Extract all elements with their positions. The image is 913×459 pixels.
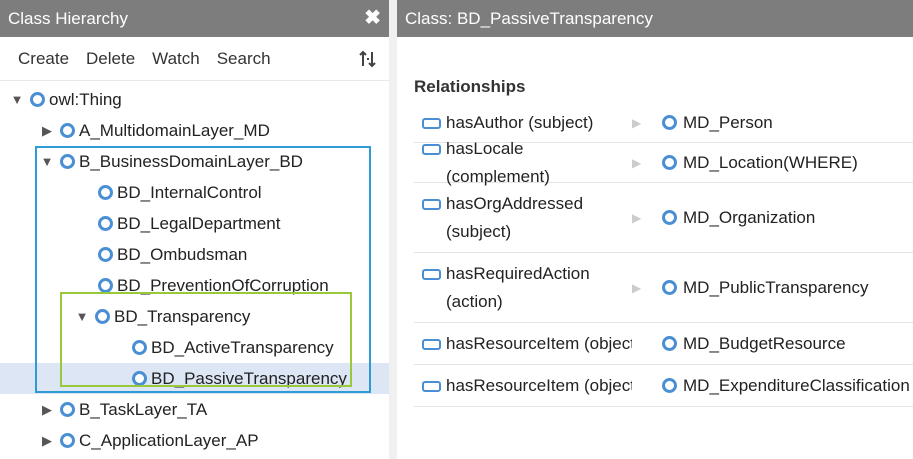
search-button[interactable]: Search — [217, 49, 271, 69]
tree-node-active-transparency[interactable]: BD_ActiveTransparency — [112, 332, 389, 363]
tree-node-business-domain-layer[interactable]: ▼ B_BusinessDomainLayer_BD — [40, 146, 389, 177]
class-detail-titlebar: Class: BD_PassiveTransparency — [397, 0, 913, 37]
relationship-property[interactable]: hasRequiredAction (action) — [446, 260, 616, 316]
expand-toggle-icon[interactable]: ▼ — [10, 92, 24, 107]
object-property-icon — [422, 338, 441, 350]
class-icon — [30, 92, 45, 107]
class-icon — [662, 336, 677, 351]
tree-node-label: BD_InternalControl — [117, 182, 262, 202]
close-icon[interactable]: ✖ — [364, 6, 381, 30]
tree-node-passive-transparency[interactable]: BD_PassiveTransparency — [0, 363, 389, 394]
delete-button[interactable]: Delete — [86, 49, 135, 69]
tree-node-label: BD_PassiveTransparency — [151, 368, 347, 388]
object-property-icon — [422, 143, 441, 155]
tree-node-owl-thing[interactable]: ▼ owl:Thing — [10, 84, 389, 115]
relationship-row[interactable]: hasRequiredAction (action) ▶ MD_PublicTr… — [414, 253, 913, 323]
relationship-target[interactable]: MD_PublicTransparency — [683, 278, 869, 298]
arrow-right-icon: ▶ — [632, 210, 642, 225]
relationship-row[interactable]: hasResourceItem (object) MD_BudgetResour… — [414, 323, 913, 365]
class-icon — [60, 433, 75, 448]
expand-toggle-icon[interactable]: ▶ — [40, 123, 54, 139]
tree-node-internal-control[interactable]: BD_InternalControl — [78, 177, 389, 208]
relationship-target[interactable]: MD_Organization — [683, 208, 815, 228]
class-icon — [98, 216, 113, 231]
class-hierarchy-panel: Class Hierarchy ✖ Create Delete Watch Se… — [0, 0, 389, 459]
tree-node-label: owl:Thing — [49, 89, 122, 109]
tree-node-label: B_BusinessDomainLayer_BD — [79, 151, 303, 171]
watch-button[interactable]: Watch — [152, 49, 200, 69]
class-icon — [60, 123, 75, 138]
class-detail-title: Class: BD_PassiveTransparency — [405, 8, 653, 28]
tree-node-prevention-of-corruption[interactable]: BD_PreventionOfCorruption — [78, 270, 389, 301]
create-button[interactable]: Create — [18, 49, 69, 69]
class-icon — [60, 154, 75, 169]
class-hierarchy-titlebar: Class Hierarchy ✖ — [0, 0, 389, 37]
relationship-target[interactable]: MD_Person — [683, 113, 773, 133]
relationship-target[interactable]: MD_ExpenditureClassification — [683, 376, 910, 396]
class-icon — [662, 378, 677, 393]
tree-node-label: BD_Ombudsman — [117, 244, 248, 264]
relationship-target[interactable]: MD_BudgetResource — [683, 334, 846, 354]
object-property-icon — [422, 198, 441, 210]
tree-node-label: B_TaskLayer_TA — [79, 399, 208, 419]
tree-node-ombudsman[interactable]: BD_Ombudsman — [78, 239, 389, 270]
relationship-property[interactable]: hasResourceItem (object) — [446, 372, 632, 400]
class-icon — [98, 185, 113, 200]
class-icon — [662, 155, 677, 170]
class-hierarchy-title: Class Hierarchy — [8, 8, 128, 28]
relationship-row[interactable]: hasLocale (complement) ▶ MD_Location(WHE… — [414, 139, 913, 186]
object-property-icon — [422, 268, 441, 280]
tree-node-transparency[interactable]: ▼ BD_Transparency — [75, 301, 389, 332]
object-property-icon — [422, 380, 441, 392]
relationship-property[interactable]: hasOrgAddressed (subject) — [446, 190, 616, 246]
expand-toggle-icon[interactable]: ▼ — [40, 154, 54, 169]
class-icon — [98, 278, 113, 293]
tree-node-multidomain-layer[interactable]: ▶ A_MultidomainLayer_MD — [40, 115, 389, 146]
tree-node-label: A_MultidomainLayer_MD — [79, 120, 270, 140]
class-icon — [60, 402, 75, 417]
tree-node-label: BD_LegalDepartment — [117, 213, 281, 233]
hierarchy-toolbar: Create Delete Watch Search — [0, 37, 389, 81]
tree-node-label: BD_PreventionOfCorruption — [117, 275, 329, 295]
tree-node-label: C_ApplicationLayer_AP — [79, 430, 259, 450]
expand-toggle-icon[interactable]: ▶ — [40, 402, 54, 418]
class-icon — [662, 115, 677, 130]
relationship-property[interactable]: hasAuthor (subject) — [446, 109, 593, 137]
tree-node-label: BD_Transparency — [114, 306, 251, 326]
arrow-right-icon: ▶ — [632, 115, 642, 130]
tree-node-legal-department[interactable]: BD_LegalDepartment — [78, 208, 389, 239]
class-icon — [662, 210, 677, 225]
class-icon — [132, 371, 147, 386]
tree-node-task-layer[interactable]: ▶ B_TaskLayer_TA — [40, 394, 389, 425]
arrow-right-icon: ▶ — [632, 280, 642, 295]
relationship-row[interactable]: hasOrgAddressed (subject) ▶ MD_Organizat… — [414, 183, 913, 253]
arrow-right-icon: ▶ — [632, 155, 642, 170]
panel-divider[interactable] — [389, 0, 397, 459]
relationships-heading: Relationships — [414, 77, 526, 96]
expand-toggle-icon[interactable]: ▶ — [40, 433, 54, 449]
class-icon — [662, 280, 677, 295]
class-detail-panel: Class: BD_PassiveTransparency Relationsh… — [397, 0, 913, 459]
relationship-property[interactable]: hasResourceItem (object) — [446, 330, 632, 358]
tree-node-label: BD_ActiveTransparency — [151, 337, 334, 357]
relationships-table: hasAuthor (subject) ▶ MD_Person hasLocal… — [414, 103, 913, 407]
object-property-icon — [422, 117, 441, 129]
class-icon — [132, 340, 147, 355]
class-icon — [95, 309, 110, 324]
tree-node-application-layer[interactable]: ▶ C_ApplicationLayer_AP — [40, 425, 389, 456]
relationship-target[interactable]: MD_Location(WHERE) — [683, 153, 858, 173]
class-icon — [98, 247, 113, 262]
relationship-row[interactable]: hasResourceItem (object) MD_ExpenditureC… — [414, 365, 913, 407]
sort-icon[interactable] — [359, 50, 377, 68]
expand-toggle-icon[interactable]: ▼ — [75, 309, 89, 324]
